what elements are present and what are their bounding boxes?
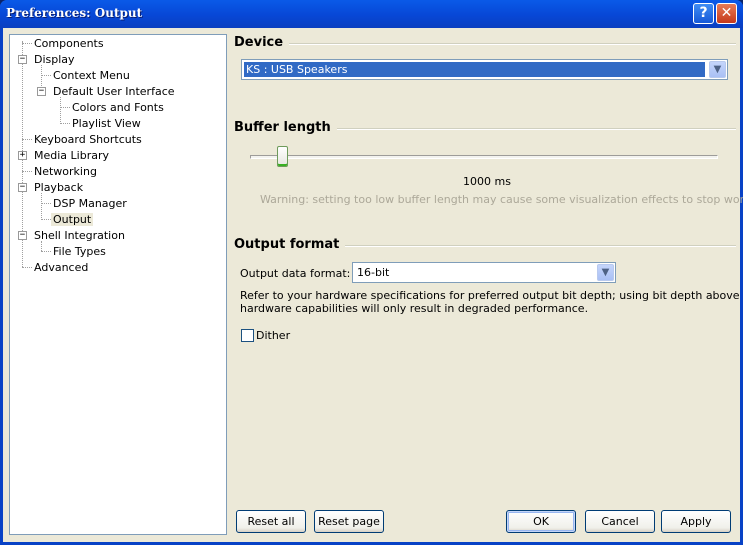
tree-item-label: Components xyxy=(34,37,104,50)
collapse-icon[interactable]: − xyxy=(18,55,27,64)
reset-page-button[interactable]: Reset page xyxy=(314,510,384,533)
tree-item-label: Keyboard Shortcuts xyxy=(34,133,142,146)
close-icon: ✕ xyxy=(720,5,733,21)
tree-connector xyxy=(60,123,70,124)
tree-item-colors-and-fonts[interactable]: Colors and Fonts xyxy=(52,100,166,115)
buffer-slider-thumb[interactable] xyxy=(277,146,289,167)
tree-item-label: File Types xyxy=(53,245,106,258)
output-format-note-line2: hardware capabilities will only result i… xyxy=(240,302,589,315)
help-icon: ? xyxy=(699,5,708,21)
device-group-rule xyxy=(234,43,736,45)
buffer-value: 1000 ms xyxy=(463,175,511,188)
tree-item-label: Context Menu xyxy=(53,69,130,82)
output-format-heading: Output format xyxy=(234,237,346,252)
tree-item-components[interactable]: Components xyxy=(14,36,106,51)
tree-item-context-menu[interactable]: Context Menu xyxy=(33,68,132,83)
tree-item-networking[interactable]: Networking xyxy=(14,164,99,179)
tree-connector xyxy=(22,43,32,44)
tree-item-default-user-interface[interactable]: − Default User Interface xyxy=(33,84,177,99)
window-title: Preferences: Output xyxy=(6,6,143,20)
tree-connector xyxy=(41,219,51,220)
chevron-down-icon[interactable]: ▼ xyxy=(597,264,614,281)
tree-item-keyboard-shortcuts[interactable]: Keyboard Shortcuts xyxy=(14,132,144,147)
close-button[interactable]: ✕ xyxy=(716,3,737,24)
apply-button[interactable]: Apply xyxy=(661,510,731,533)
chevron-down-icon[interactable]: ▼ xyxy=(709,61,726,78)
device-select-value: KS : USB Speakers xyxy=(244,62,705,77)
tree-item-output[interactable]: Output xyxy=(33,212,94,227)
buffer-heading: Buffer length xyxy=(234,120,337,135)
tree-item-label: Output xyxy=(51,213,94,226)
tree-item-display[interactable]: − Display xyxy=(14,52,77,67)
help-button[interactable]: ? xyxy=(693,3,714,24)
tree-item-label: Colors and Fonts xyxy=(72,101,164,114)
device-select[interactable]: KS : USB Speakers ▼ xyxy=(241,59,728,80)
output-data-format-label: Output data format: xyxy=(240,267,351,280)
ok-button[interactable]: OK xyxy=(506,510,576,533)
tree-connector xyxy=(41,203,51,204)
tree-connector xyxy=(22,267,32,268)
tree-item-label: Display xyxy=(34,53,75,66)
tree-item-playlist-view[interactable]: Playlist View xyxy=(52,116,143,131)
tree-item-label: Playlist View xyxy=(72,117,141,130)
tree-item-dsp-manager[interactable]: DSP Manager xyxy=(33,196,129,211)
tree-item-file-types[interactable]: File Types xyxy=(33,244,108,259)
preferences-tree[interactable]: Components − Display Context Menu − Defa… xyxy=(9,34,227,535)
tree-item-label: Advanced xyxy=(34,261,89,274)
preferences-window: Preferences: Output ? ✕ Components − Dis… xyxy=(0,0,743,545)
tree-item-media-library[interactable]: + Media Library xyxy=(14,148,111,163)
tree-item-shell-integration[interactable]: − Shell Integration xyxy=(14,228,127,243)
dialog-client: Components − Display Context Menu − Defa… xyxy=(3,28,743,542)
dither-checkbox[interactable] xyxy=(241,329,254,342)
buffer-warning: Warning: setting too low buffer length m… xyxy=(260,193,743,206)
tree-item-advanced[interactable]: Advanced xyxy=(14,260,90,275)
tree-connector xyxy=(22,171,32,172)
collapse-icon[interactable]: − xyxy=(18,231,27,240)
tree-connector xyxy=(22,139,32,140)
collapse-icon[interactable]: − xyxy=(18,183,27,192)
title-bar[interactable]: Preferences: Output ? ✕ xyxy=(0,0,743,28)
tree-item-label: Shell Integration xyxy=(34,229,125,242)
tree-connector xyxy=(41,75,51,76)
reset-all-button[interactable]: Reset all xyxy=(236,510,306,533)
device-heading: Device xyxy=(234,35,290,50)
tree-item-playback[interactable]: − Playback xyxy=(14,180,85,195)
output-format-note-line1: Refer to your hardware specifications fo… xyxy=(240,289,743,302)
tree-item-label: Networking xyxy=(34,165,97,178)
tree-item-label: Media Library xyxy=(34,149,109,162)
buffer-slider-track[interactable] xyxy=(250,155,718,159)
output-data-format-select[interactable]: 16-bit ▼ xyxy=(352,262,616,283)
tree-connector xyxy=(41,251,51,252)
cancel-button[interactable]: Cancel xyxy=(585,510,655,533)
tree-item-label: DSP Manager xyxy=(53,197,127,210)
tree-item-label: Default User Interface xyxy=(53,85,175,98)
tree-connector xyxy=(60,107,70,108)
collapse-icon[interactable]: − xyxy=(37,87,46,96)
output-data-format-value: 16-bit xyxy=(357,266,390,279)
dither-label[interactable]: Dither xyxy=(256,329,290,342)
expand-icon[interactable]: + xyxy=(18,151,27,160)
tree-item-label: Playback xyxy=(34,181,84,194)
